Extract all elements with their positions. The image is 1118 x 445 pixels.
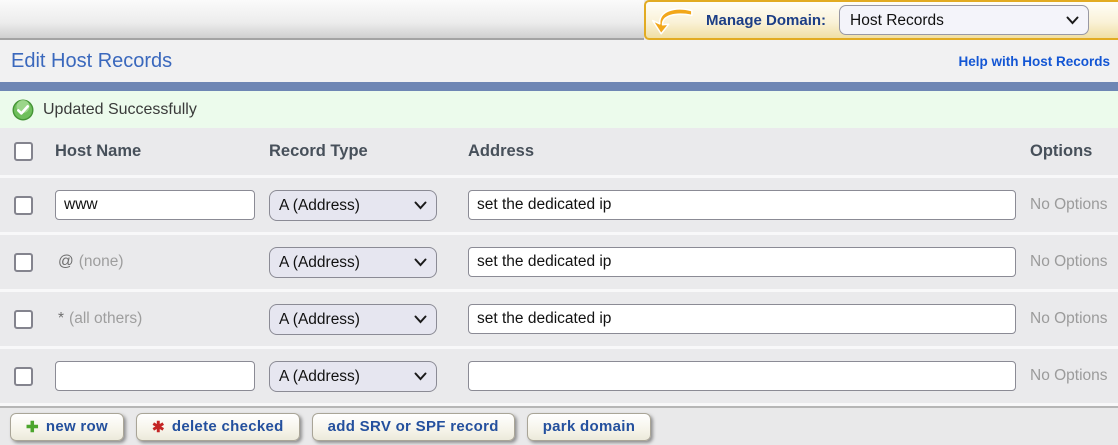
address-input[interactable] <box>468 304 1016 334</box>
host-record-row: A (Address) No Options <box>0 349 1118 406</box>
column-header-record-type: Record Type <box>260 142 456 161</box>
top-bar-spacer <box>0 0 644 40</box>
column-header-address: Address <box>456 142 1022 161</box>
options-label: No Options <box>1030 253 1108 270</box>
column-header-options: Options <box>1022 142 1118 161</box>
row-checkbox[interactable] <box>14 310 33 329</box>
row-checkbox[interactable] <box>14 196 33 215</box>
record-type-select[interactable]: A (Address) <box>269 247 437 278</box>
check-circle-icon <box>12 99 34 121</box>
action-bar: ✚ new row ✱ delete checked add SRV or SP… <box>0 406 1118 445</box>
address-input[interactable] <box>468 361 1016 391</box>
select-all-checkbox[interactable] <box>14 142 33 161</box>
manage-domain-panel: Manage Domain: Host Records <box>644 0 1118 40</box>
divider-bar <box>0 82 1118 91</box>
title-bar: Edit Host Records Help with Host Records <box>0 40 1118 82</box>
host-record-row: A (Address) No Options <box>0 178 1118 235</box>
options-label: No Options <box>1030 310 1108 327</box>
host-name-static: *(all others) <box>55 310 142 327</box>
new-row-button[interactable]: ✚ new row <box>10 413 124 441</box>
delete-asterisk-icon: ✱ <box>152 418 165 436</box>
column-header-host-name: Host Name <box>44 142 260 161</box>
row-checkbox[interactable] <box>14 367 33 386</box>
plus-icon: ✚ <box>26 418 39 436</box>
curved-arrow-icon <box>646 4 698 38</box>
record-type-select[interactable]: A (Address) <box>269 190 437 221</box>
host-name-input[interactable] <box>55 361 255 391</box>
host-record-row: *(all others) A (Address) No Options <box>0 292 1118 349</box>
status-banner: Updated Successfully <box>0 91 1118 128</box>
help-link[interactable]: Help with Host Records <box>958 54 1110 69</box>
delete-checked-button[interactable]: ✱ delete checked <box>136 413 300 441</box>
table-header-row: Host Name Record Type Address Options <box>0 128 1118 178</box>
options-label: No Options <box>1030 367 1108 384</box>
park-domain-button[interactable]: park domain <box>527 413 652 441</box>
manage-domain-select[interactable]: Host Records <box>839 5 1089 35</box>
address-input[interactable] <box>468 247 1016 277</box>
page-title: Edit Host Records <box>11 50 172 73</box>
host-name-static: @(none) <box>55 253 124 270</box>
record-type-select[interactable]: A (Address) <box>269 304 437 335</box>
host-name-input[interactable] <box>55 190 255 220</box>
top-bar: Manage Domain: Host Records <box>0 0 1118 40</box>
address-input[interactable] <box>468 190 1016 220</box>
status-message: Updated Successfully <box>43 101 197 119</box>
add-srv-spf-button[interactable]: add SRV or SPF record <box>312 413 515 441</box>
options-label: No Options <box>1030 196 1108 213</box>
row-checkbox[interactable] <box>14 253 33 272</box>
host-record-row: @(none) A (Address) No Options <box>0 235 1118 292</box>
manage-domain-label: Manage Domain: <box>706 12 826 29</box>
record-type-select[interactable]: A (Address) <box>269 361 437 392</box>
